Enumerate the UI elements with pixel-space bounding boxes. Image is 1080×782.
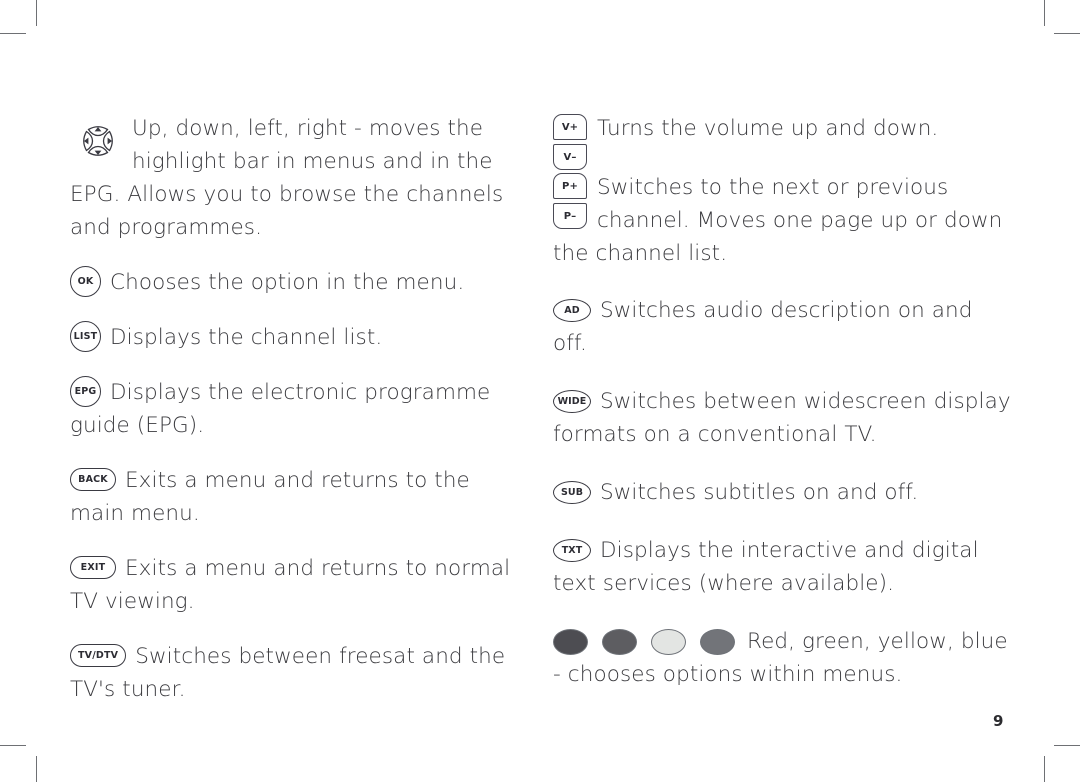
colour-buttons-icon — [553, 629, 735, 655]
programme-down-key[interactable]: P– — [553, 203, 587, 229]
crop-mark-top-left-horizontal — [0, 33, 26, 34]
ok-button-icon[interactable]: OK — [70, 266, 101, 297]
remote-key-entry: V+ V– Turns the volume up and down. — [553, 112, 1013, 170]
blue-colour-button[interactable] — [700, 629, 735, 655]
crop-mark-bottom-left-vertical — [36, 756, 37, 782]
red-colour-button[interactable] — [553, 629, 588, 655]
crop-mark-bottom-right-horizontal — [1054, 745, 1080, 746]
exit-button-icon[interactable]: EXIT — [70, 556, 116, 579]
volume-down-key[interactable]: V– — [553, 144, 587, 170]
ok-button-label: OK — [70, 266, 101, 297]
crop-mark-top-right-horizontal — [1054, 33, 1080, 34]
txt-button-label: TXT — [553, 539, 591, 562]
remote-key-description: Switches between widescreen display form… — [553, 389, 1011, 447]
remote-key-entry: Red, green, yellow, blue - chooses optio… — [553, 625, 1013, 691]
remote-key-entry: LIST Displays the channel list. — [70, 321, 525, 354]
tv-dtv-button-icon[interactable]: TV/DTV — [70, 644, 127, 667]
page-number: 9 — [993, 712, 1004, 730]
list-button-label: LIST — [70, 321, 101, 352]
crop-mark-top-left-vertical — [36, 0, 37, 26]
left-column: Up, down, left, right - moves the highli… — [70, 112, 525, 728]
remote-key-description: Switches between freesat and the TV's tu… — [70, 644, 506, 702]
remote-key-entry: Up, down, left, right - moves the highli… — [70, 112, 525, 244]
remote-key-description: Exits a menu and returns to normal TV vi… — [70, 556, 511, 614]
exit-button-label: EXIT — [70, 556, 116, 579]
txt-button-icon[interactable]: TXT — [553, 539, 591, 562]
remote-key-entry: EXIT Exits a menu and returns to normal … — [70, 552, 525, 618]
remote-key-entry: AD Switches audio description on and off… — [553, 294, 1013, 360]
back-button-icon[interactable]: BACK — [70, 468, 116, 491]
remote-key-description: Switches to the next or previous channel… — [553, 175, 1003, 266]
sub-button-icon[interactable]: SUB — [553, 481, 591, 504]
yellow-colour-button[interactable] — [651, 629, 686, 655]
remote-key-entry: TV/DTV Switches between freesat and the … — [70, 640, 525, 706]
remote-key-description: Switches subtitles on and off. — [600, 480, 919, 505]
remote-key-entry: TXT Displays the interactive and digital… — [553, 534, 1013, 600]
back-button-label: BACK — [70, 468, 116, 491]
manual-page: Up, down, left, right - moves the highli… — [0, 0, 1080, 782]
remote-key-description: Chooses the option in the menu. — [110, 270, 465, 295]
tv-dtv-button-label: TV/DTV — [70, 644, 127, 667]
remote-key-entry: EPG Displays the electronic programme gu… — [70, 376, 525, 442]
remote-key-description: Displays the electronic programme guide … — [70, 380, 491, 438]
remote-key-description: Displays the channel list. — [110, 325, 383, 350]
epg-button-icon[interactable]: EPG — [70, 376, 101, 407]
remote-key-entry: SUB Switches subtitles on and off. — [553, 476, 1013, 509]
crop-mark-top-right-vertical — [1044, 0, 1045, 26]
remote-key-entry: BACK Exits a menu and returns to the mai… — [70, 464, 525, 530]
remote-key-entry: OK Chooses the option in the menu. — [70, 266, 525, 299]
crop-mark-bottom-right-vertical — [1044, 756, 1045, 782]
remote-key-entry: WIDE Switches between widescreen display… — [553, 385, 1013, 451]
green-colour-button[interactable] — [602, 629, 637, 655]
programme-up-key[interactable]: P+ — [553, 173, 587, 199]
dpad-navigation-icon-svg — [83, 126, 113, 156]
volume-rocker-icon[interactable]: V+ V– — [553, 114, 587, 170]
sub-button-label: SUB — [553, 481, 591, 504]
programme-rocker-icon[interactable]: P+ P– — [553, 173, 587, 229]
right-column: V+ V– Turns the volume up and down. P+ P… — [553, 112, 1013, 713]
remote-key-description: Up, down, left, right - moves the highli… — [70, 116, 504, 240]
epg-button-label: EPG — [70, 376, 101, 407]
ad-button-label: AD — [553, 299, 591, 322]
remote-key-description: Turns the volume up and down. — [597, 116, 939, 141]
remote-key-description: Exits a menu and returns to the main men… — [70, 468, 470, 526]
dpad-navigation-icon[interactable] — [70, 113, 126, 169]
remote-key-entry: P+ P– Switches to the next or previous c… — [553, 171, 1013, 270]
volume-up-key[interactable]: V+ — [553, 114, 587, 140]
wide-button-label: WIDE — [553, 390, 591, 413]
remote-key-description: Switches audio description on and off. — [553, 298, 973, 356]
ad-button-icon[interactable]: AD — [553, 299, 591, 322]
crop-mark-bottom-left-horizontal — [0, 745, 26, 746]
wide-button-icon[interactable]: WIDE — [553, 390, 591, 413]
list-button-icon[interactable]: LIST — [70, 321, 101, 352]
remote-key-description: Displays the interactive and digital tex… — [553, 538, 979, 596]
